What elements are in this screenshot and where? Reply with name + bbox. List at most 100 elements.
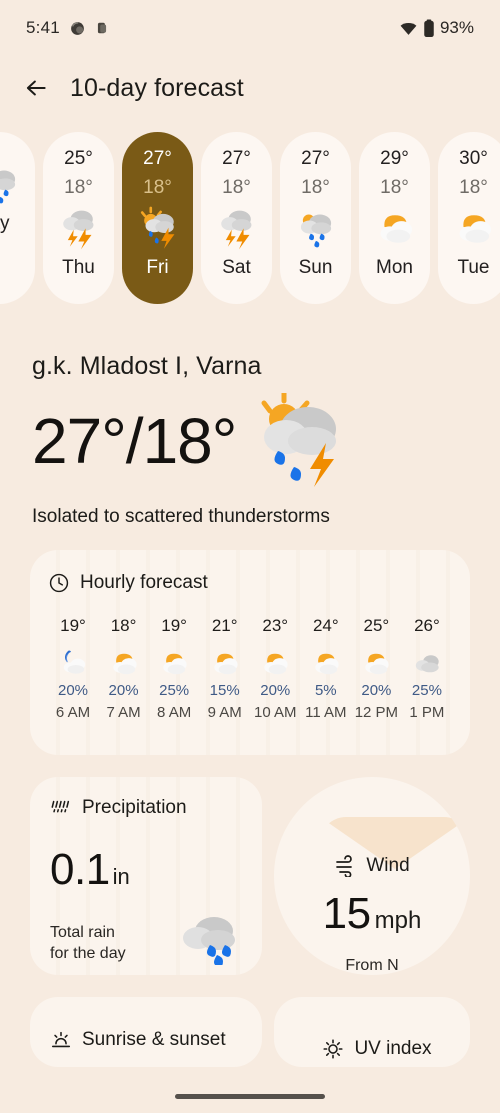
day-chip-high: 27° bbox=[301, 148, 330, 169]
app-status-icon bbox=[95, 20, 109, 36]
sunrise-sunset-card[interactable]: Sunrise & sunset bbox=[30, 997, 262, 1067]
hourly-item[interactable]: 24° 5% 11 AM bbox=[301, 616, 351, 721]
metrics-row: Precipitation 0.1 in Total rain for the … bbox=[30, 777, 470, 975]
wind-title: Wind bbox=[366, 855, 410, 876]
thunderstorm-icon bbox=[214, 206, 260, 252]
day-chip-fri[interactable]: 27° 18° Fri bbox=[122, 132, 193, 304]
hourly-time: 6 AM bbox=[55, 704, 91, 721]
wind-value-row: 15 mph bbox=[323, 889, 422, 939]
cloudy-icon bbox=[410, 647, 444, 681]
hourly-precip-chance: 5% bbox=[314, 682, 337, 699]
day-chip-icon bbox=[56, 207, 102, 251]
day-chip-low: 18° bbox=[64, 177, 93, 198]
hourly-precip-chance: 20% bbox=[108, 682, 139, 699]
uv-index-card[interactable]: UV index bbox=[274, 997, 470, 1067]
status-bar-left: 5:41 bbox=[26, 18, 109, 38]
day-forecast-strip[interactable]: ay 25° 18° Thu 27° 18° Fri 27° 18° Sat 27° 18° Sun 29… bbox=[0, 132, 500, 312]
hourly-precip-chance: 15% bbox=[209, 682, 240, 699]
precipitation-card[interactable]: Precipitation 0.1 in Total rain for the … bbox=[30, 777, 262, 975]
hourly-temp: 23° bbox=[262, 616, 289, 635]
status-bar: 5:41 93% bbox=[0, 0, 500, 56]
thunderstorm-icon bbox=[56, 206, 102, 252]
hourly-time: 9 AM bbox=[207, 704, 242, 721]
day-chip-tue[interactable]: 30° 18° Tue bbox=[438, 132, 500, 304]
hourly-time: 12 PM bbox=[354, 704, 399, 721]
sun-icon bbox=[322, 1038, 344, 1060]
day-chip-icon bbox=[372, 207, 418, 251]
precipitation-label-line1: Total rain bbox=[50, 923, 115, 941]
hourly-icon bbox=[410, 648, 444, 680]
day-chip-icon bbox=[0, 163, 23, 207]
day-chip-low: 18° bbox=[301, 177, 330, 198]
hourly-forecast-header: Hourly forecast bbox=[48, 572, 452, 594]
day-chip-high: 30° bbox=[459, 148, 488, 169]
sunrise-sunset-title: Sunrise & sunset bbox=[82, 1029, 226, 1050]
precipitation-label: Total rain for the day bbox=[50, 922, 126, 965]
page-title: 10-day forecast bbox=[70, 73, 244, 102]
hourly-temp: 24° bbox=[312, 616, 339, 635]
hourly-icon bbox=[157, 648, 191, 680]
wind-header: Wind bbox=[334, 855, 410, 877]
hourly-precip-chance: 25% bbox=[411, 682, 442, 699]
hourly-time: 10 AM bbox=[253, 704, 297, 721]
hourly-temp: 25° bbox=[363, 616, 390, 635]
precipitation-value: 0.1 bbox=[50, 845, 110, 894]
day-chip-sun[interactable]: 27° 18° Sun bbox=[280, 132, 351, 304]
wind-direction-label: From N bbox=[345, 957, 399, 974]
hourly-item[interactable]: 18° 20% 7 AM bbox=[99, 616, 149, 721]
precipitation-footer: Total rain for the day bbox=[50, 913, 242, 965]
hourly-time: 7 AM bbox=[106, 704, 141, 721]
day-chip-low: 18° bbox=[143, 177, 172, 198]
day-chip-label: Sat bbox=[222, 257, 251, 278]
sun-thunderstorm-icon bbox=[135, 206, 181, 252]
day-chip-high: 25° bbox=[64, 148, 93, 169]
wifi-icon bbox=[399, 19, 418, 38]
wind-card[interactable]: Wind 15 mph From N bbox=[274, 777, 470, 975]
rain-cloud-icon bbox=[0, 162, 23, 208]
hourly-temp: 26° bbox=[414, 616, 440, 635]
precipitation-unit: in bbox=[112, 864, 130, 889]
day-chip-list: ay 25° 18° Thu 27° 18° Fri 27° 18° Sat 27° 18° Sun 29… bbox=[0, 132, 500, 304]
battery-icon bbox=[423, 18, 435, 38]
hourly-icon bbox=[359, 648, 393, 680]
precipitation-header: Precipitation bbox=[50, 797, 242, 819]
day-chip-ay[interactable]: ay bbox=[0, 132, 35, 304]
day-chip-label: Thu bbox=[62, 257, 95, 278]
partly-cloudy-icon bbox=[451, 206, 497, 252]
hourly-temp: 19° bbox=[161, 616, 187, 635]
hourly-forecast-card[interactable]: Hourly forecast 19° 20% 6 AM 18° 20% 7 AM 19° 2… bbox=[30, 550, 470, 755]
partly-cloudy-icon bbox=[359, 647, 393, 681]
day-chip-high: 29° bbox=[380, 148, 409, 169]
hourly-item[interactable]: 19° 20% 6 AM bbox=[48, 616, 98, 721]
hourly-precip-chance: 20% bbox=[260, 682, 291, 699]
status-bar-right: 93% bbox=[399, 18, 474, 38]
day-chip-label: Mon bbox=[376, 257, 413, 278]
day-chip-mon[interactable]: 29° 18° Mon bbox=[359, 132, 430, 304]
current-conditions: g.k. Mladost I, Varna 27°/18° Isolated t… bbox=[0, 312, 500, 528]
day-chip-sat[interactable]: 27° 18° Sat bbox=[201, 132, 272, 304]
hourly-item[interactable]: 19° 25% 8 AM bbox=[149, 616, 199, 721]
clock-icon bbox=[48, 572, 70, 594]
precipitation-label-line2: for the day bbox=[50, 945, 126, 963]
wind-icon bbox=[334, 855, 358, 877]
home-indicator[interactable] bbox=[175, 1094, 325, 1099]
hourly-precip-chance: 20% bbox=[361, 682, 392, 699]
hourly-icon bbox=[107, 648, 141, 680]
partly-cloudy-icon bbox=[309, 647, 343, 681]
hourly-item[interactable]: 26° 25% 1 PM bbox=[402, 616, 452, 721]
hourly-time: 8 AM bbox=[157, 704, 192, 721]
hourly-item[interactable]: 23° 20% 10 AM bbox=[250, 616, 300, 721]
rain-cloud-icon bbox=[293, 206, 339, 252]
location-name: g.k. Mladost I, Varna bbox=[32, 352, 262, 380]
hourly-time: 1 PM bbox=[409, 704, 445, 721]
day-chip-thu[interactable]: 25° 18° Thu bbox=[43, 132, 114, 304]
hourly-item[interactable]: 25° 20% 12 PM bbox=[351, 616, 401, 721]
day-chip-low: 18° bbox=[222, 177, 251, 198]
day-chip-icon bbox=[451, 207, 497, 251]
back-arrow-icon[interactable] bbox=[20, 72, 52, 104]
hourly-icon bbox=[258, 648, 292, 680]
hourly-temp: 19° bbox=[60, 616, 86, 635]
moon-cloud-icon bbox=[56, 647, 90, 681]
hourly-item[interactable]: 21° 15% 9 AM bbox=[200, 616, 250, 721]
partly-cloudy-icon bbox=[157, 647, 191, 681]
